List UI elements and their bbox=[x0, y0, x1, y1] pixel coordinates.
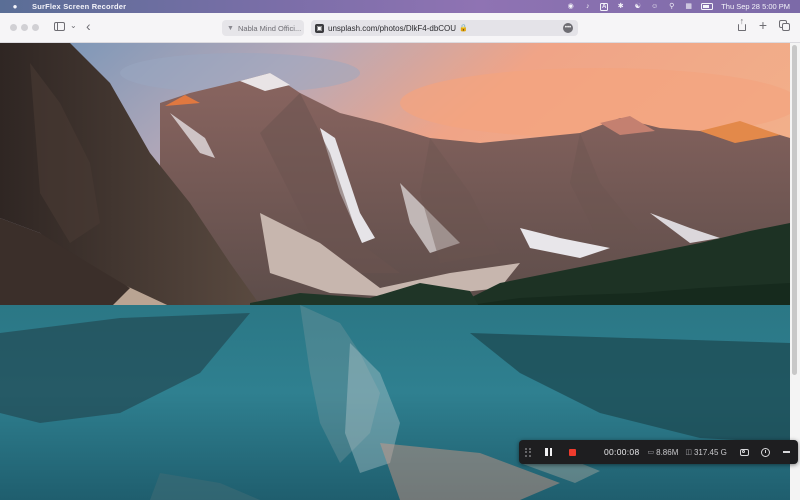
wifi-icon[interactable]: ☯ bbox=[633, 3, 642, 11]
page-scrollbar[interactable] bbox=[790, 43, 800, 500]
control-center-icon[interactable]: ▦ bbox=[684, 3, 693, 11]
camera-icon[interactable] bbox=[739, 448, 749, 456]
battery-icon[interactable] bbox=[701, 3, 714, 10]
browser-toolbar: ⌄ ‹ ▼ Nabla Mind Offici... ▣ unsplash.co… bbox=[0, 13, 800, 43]
shield-favicon-icon: ▼ bbox=[227, 24, 234, 32]
chevron-down-icon[interactable]: ⌄ bbox=[70, 21, 77, 30]
tab-title: Nabla Mind Offici... bbox=[238, 23, 302, 33]
new-tab-button[interactable]: + bbox=[759, 18, 767, 32]
tab-overview-icon[interactable] bbox=[779, 20, 790, 31]
menu-extras: ◉ ♪ A ✱ ☯ ☺ ⚲ ▦ Thu Sep 28 5:00 PM bbox=[566, 0, 790, 13]
file-size-value: 8.86M bbox=[656, 447, 679, 457]
menu-clock[interactable]: Thu Sep 28 5:00 PM bbox=[721, 2, 790, 11]
close-window-button[interactable] bbox=[10, 24, 17, 31]
record-status-icon[interactable]: ◉ bbox=[566, 3, 575, 11]
recording-control-bar: 00:00:08 ▭ 8.86M ◫ 317.45 G bbox=[519, 440, 798, 464]
disk-space-stat: ◫ 317.45 G bbox=[685, 448, 727, 457]
pause-icon[interactable] bbox=[545, 448, 552, 456]
input-source-icon[interactable]: A bbox=[600, 2, 609, 11]
lock-icon: 🔒 bbox=[459, 25, 468, 32]
spotlight-search-icon[interactable]: ⚲ bbox=[667, 3, 676, 11]
stop-recording-icon[interactable] bbox=[569, 448, 576, 456]
disk-icon: ◫ bbox=[685, 449, 692, 456]
disk-space-value: 317.45 G bbox=[693, 447, 727, 457]
drag-handle-icon[interactable] bbox=[525, 447, 531, 457]
macos-menu-bar: ● SurFlex Screen Recorder ◉ ♪ A ✱ ☯ ☺ ⚲ … bbox=[0, 0, 800, 13]
page-menu-button[interactable]: ••• bbox=[563, 23, 573, 33]
window-controls bbox=[10, 24, 39, 31]
zoom-window-button[interactable] bbox=[32, 24, 39, 31]
unsplash-favicon-icon: ▣ bbox=[315, 23, 324, 33]
user-icon[interactable]: ☺ bbox=[650, 3, 659, 11]
scrollbar-thumb[interactable] bbox=[792, 45, 797, 375]
file-icon: ▭ bbox=[647, 449, 655, 456]
elapsed-time: 00:00:08 bbox=[604, 447, 640, 457]
share-icon[interactable]: ↑ bbox=[737, 16, 747, 32]
audio-menu-icon[interactable]: ♪ bbox=[583, 3, 592, 11]
photo-viewer bbox=[0, 43, 790, 500]
address-bar[interactable]: ▣ unsplash.com/photos/DlkF4-dbCOU 🔒 ••• bbox=[311, 20, 578, 36]
mountain-lake-photo bbox=[0, 43, 790, 500]
minimize-window-button[interactable] bbox=[21, 24, 28, 31]
tab-nabla-mind[interactable]: ▼ Nabla Mind Offici... bbox=[222, 20, 304, 36]
url-text[interactable]: unsplash.com/photos/DlkF4-dbCOU bbox=[328, 24, 456, 33]
back-button[interactable]: ‹ bbox=[86, 18, 91, 34]
toolbar-actions: ↑ + bbox=[737, 16, 790, 32]
bluetooth-icon[interactable]: ✱ bbox=[616, 3, 625, 11]
timer-icon[interactable] bbox=[760, 447, 770, 457]
minimize-icon[interactable] bbox=[782, 451, 790, 453]
file-size-stat: ▭ 8.86M bbox=[648, 448, 679, 457]
sidebar-toggle-icon[interactable] bbox=[54, 22, 65, 31]
apple-logo-icon[interactable]: ● bbox=[10, 2, 20, 11]
app-name-menu[interactable]: SurFlex Screen Recorder bbox=[32, 2, 126, 11]
